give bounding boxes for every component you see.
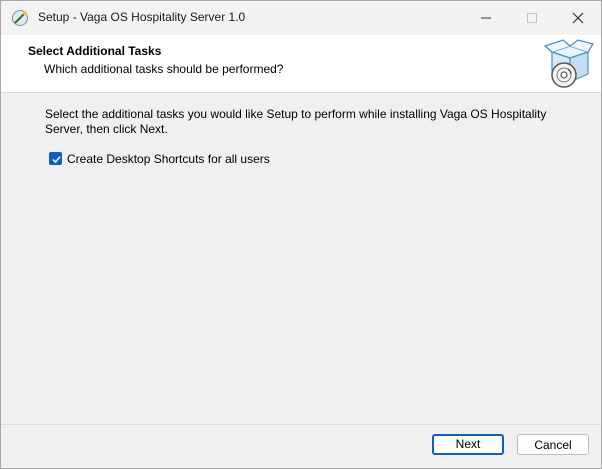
checkmark-icon bbox=[52, 156, 61, 164]
instructions-text: Select the additional tasks you would li… bbox=[45, 107, 547, 136]
page-title: Select Additional Tasks bbox=[28, 44, 162, 58]
close-button[interactable] bbox=[555, 1, 601, 35]
next-button[interactable]: Next bbox=[432, 434, 504, 455]
window-title: Setup - Vaga OS Hospitality Server 1.0 bbox=[38, 10, 246, 24]
page-subtitle: Which additional tasks should be perform… bbox=[44, 62, 284, 76]
package-cd-icon bbox=[542, 38, 594, 90]
installer-wand-icon bbox=[11, 9, 29, 27]
maximize-button bbox=[509, 1, 555, 35]
wizard-header: Select Additional Tasks Which additional… bbox=[1, 35, 601, 93]
close-icon bbox=[572, 12, 584, 24]
task-checkbox[interactable] bbox=[49, 152, 62, 165]
minimize-icon bbox=[481, 17, 491, 19]
task-label[interactable]: Create Desktop Shortcuts for all users bbox=[67, 152, 270, 166]
cancel-button[interactable]: Cancel bbox=[517, 434, 589, 455]
setup-window: Setup - Vaga OS Hospitality Server 1.0 S… bbox=[0, 0, 602, 469]
maximize-icon bbox=[527, 13, 537, 23]
title-bar[interactable]: Setup - Vaga OS Hospitality Server 1.0 bbox=[1, 1, 601, 35]
footer-divider bbox=[1, 424, 601, 425]
minimize-button[interactable] bbox=[463, 1, 509, 35]
